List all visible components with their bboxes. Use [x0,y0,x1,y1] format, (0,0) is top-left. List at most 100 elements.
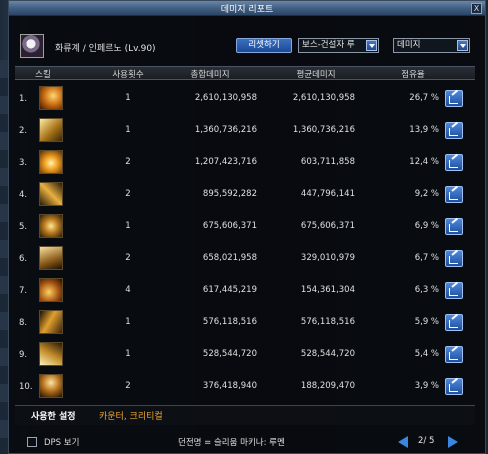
row-rank: 7. [19,286,28,296]
dps-checkbox[interactable] [27,437,37,447]
skill-icon [39,342,63,366]
row-rank: 1. [19,94,28,104]
column-header-skill: 스킬 [35,70,51,80]
character-name: 화류계 / 인페르노 (Lv.90) [55,44,156,54]
table-row: 5. 1 675,606,371 675,606,371 6,9 % [15,212,475,241]
row-share: 6,3 % [414,285,439,295]
next-page-icon[interactable] [448,436,458,448]
row-share: 9,2 % [414,189,439,199]
table-row: 9. 1 528,544,720 528,544,720 5,4 % [15,340,475,369]
bottom-tabs: 사용한 설정 카운터, 크리티컬 [15,405,475,425]
row-total-damage: 675,606,371 [202,221,257,231]
row-share: 26,7 % [409,93,439,103]
column-header-average: 평균데미지 [296,70,336,80]
row-average-damage: 603,711,858 [300,157,355,167]
row-average-damage: 1,360,736,216 [292,125,355,135]
row-total-damage: 617,445,219 [202,285,257,295]
row-count: 1 [125,221,131,231]
skill-icon [39,182,63,206]
previous-page-icon[interactable] [398,436,408,448]
skill-icon [39,310,63,334]
dps-label: DPS 보기 [44,438,80,448]
reset-button[interactable]: 리셋하기 [236,38,292,53]
table-row: 10. 2 376,418,940 188,209,470 3,9 % [15,372,475,401]
row-share: 5,4 % [414,349,439,359]
export-icon[interactable] [445,154,463,171]
row-rank: 2. [19,126,28,136]
table-row: 1. 1 2,610,130,958 2,610,130,958 26,7 % [15,84,475,113]
skill-icon [39,214,63,238]
row-total-damage: 576,118,516 [202,317,257,327]
skill-icon [39,374,63,398]
export-icon[interactable] [445,314,463,331]
row-average-damage: 528,544,720 [300,349,355,359]
export-icon[interactable] [445,346,463,363]
column-header-share: 점유율 [401,70,425,80]
table-header: 스킬 사용횟수 총합데미지 평균데미지 점유율 [15,66,475,80]
row-rank: 8. [19,318,28,328]
row-count: 4 [125,285,131,295]
skill-icon [39,278,63,302]
table-row: 3. 2 1,207,423,716 603,711,858 12,4 % [15,148,475,177]
chevron-down-icon[interactable] [457,40,468,51]
row-count: 2 [125,253,131,263]
row-count: 2 [125,381,131,391]
row-total-damage: 895,592,282 [202,189,257,199]
row-count: 2 [125,189,131,199]
row-total-damage: 1,207,423,716 [194,157,257,167]
table-row: 6. 2 658,021,958 329,010,979 6,7 % [15,244,475,273]
target-select-value: 보스-건설자 루 [302,40,355,50]
row-total-damage: 1,360,736,216 [194,125,257,135]
metric-select[interactable]: 데미지 [393,38,470,53]
tab-counter-critical[interactable]: 카운터, 크리티컬 [99,409,163,422]
page-indicator: 2/ 5 [418,436,435,446]
row-share: 5,9 % [414,317,439,327]
row-count: 1 [125,125,131,135]
export-icon[interactable] [445,250,463,267]
tab-settings-used[interactable]: 사용한 설정 [31,409,76,422]
row-count: 2 [125,157,131,167]
row-average-damage: 2,610,130,958 [292,93,355,103]
target-select[interactable]: 보스-건설자 루 [298,38,379,53]
chevron-down-icon[interactable] [366,40,377,51]
skill-icon [39,246,63,270]
close-button[interactable]: X [471,3,482,14]
export-icon[interactable] [445,378,463,395]
row-share: 3,9 % [414,381,439,391]
row-average-damage: 329,010,979 [300,253,355,263]
row-rank: 6. [19,254,28,264]
row-average-damage: 154,361,304 [300,285,355,295]
table-row: 4. 2 895,592,282 447,796,141 9,2 % [15,180,475,209]
row-rank: 10. [19,382,33,392]
row-rank: 9. [19,350,28,360]
skill-icon [39,86,63,110]
row-total-damage: 2,610,130,958 [194,93,257,103]
skill-icon [39,118,63,142]
export-icon[interactable] [445,282,463,299]
export-icon[interactable] [445,122,463,139]
export-icon[interactable] [445,218,463,235]
row-rank: 4. [19,190,28,200]
window-title: 데미지 리포트 [220,5,274,15]
row-rank: 3. [19,158,28,168]
row-share: 13,9 % [409,125,439,135]
row-total-damage: 376,418,940 [202,381,257,391]
row-average-damage: 576,118,516 [300,317,355,327]
metric-select-value: 데미지 [397,40,421,50]
footer-bar: DPS 보기 던전명 = 슬리움 마키나: 루멘 2/ 5 [8,432,486,454]
row-average-damage: 447,796,141 [300,189,355,199]
export-icon[interactable] [445,90,463,107]
row-count: 1 [125,317,131,327]
export-icon[interactable] [445,186,463,203]
table-row: 7. 4 617,445,219 154,361,304 6,3 % [15,276,475,305]
dungeon-name: 던전명 = 슬리움 마키나: 루멘 [178,438,285,448]
table-row: 8. 1 576,118,516 576,118,516 5,9 % [15,308,475,337]
window-titlebar[interactable]: 데미지 리포트 X [9,1,485,16]
row-average-damage: 675,606,371 [300,221,355,231]
column-header-total: 총합데미지 [190,70,230,80]
row-total-damage: 658,021,958 [202,253,257,263]
row-share: 6,7 % [414,253,439,263]
row-rank: 5. [19,222,28,232]
character-portrait-icon [20,34,44,58]
row-average-damage: 188,209,470 [300,381,355,391]
